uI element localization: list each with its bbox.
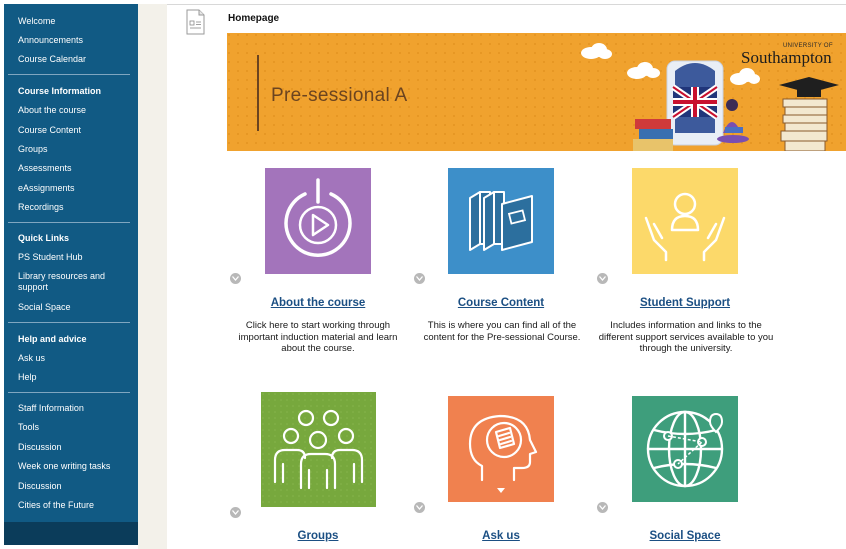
groups-expand-chevron[interactable] — [230, 507, 241, 518]
sidebar-divider — [8, 392, 130, 393]
sidebar-resize-strip — [138, 4, 167, 549]
about-course-expand-chevron[interactable] — [230, 273, 241, 284]
sidebar-item-social-space[interactable]: Social Space — [18, 302, 136, 313]
sidebar-item-assessments[interactable]: Assessments — [18, 163, 136, 174]
page-title: Homepage — [228, 13, 280, 24]
people-group-icon — [273, 409, 364, 490]
sidebar-item-course-calendar[interactable]: Course Calendar — [18, 54, 136, 65]
student-support-description: Includes information and links to the di… — [598, 320, 774, 354]
course-banner: Pre-sessional A UNIVERSITY OF Southampto… — [227, 33, 846, 151]
about-course-description: Click here to start working through impo… — [238, 320, 398, 354]
sidebar-item-course-content[interactable]: Course Content — [18, 125, 136, 136]
sidebar-item-ps-student-hub[interactable]: PS Student Hub — [18, 252, 136, 263]
sidebar-divider — [8, 222, 130, 223]
sidebar-item-discussion[interactable]: Discussion — [18, 481, 136, 492]
ask-us-link[interactable]: Ask us — [421, 530, 581, 542]
power-play-icon — [284, 178, 352, 257]
student-support-tile[interactable] — [632, 168, 738, 274]
ask-us-tile[interactable] — [448, 396, 554, 502]
sidebar-item-week-one-writing-tasks[interactable]: Week one writing tasks — [18, 461, 136, 472]
document-icon — [186, 9, 205, 35]
hands-person-icon — [644, 192, 726, 262]
sidebar-item-library-resources[interactable]: Library resources and support — [18, 271, 118, 293]
groups-link[interactable]: Groups — [238, 530, 398, 542]
student-support-link[interactable]: Student Support — [605, 297, 765, 309]
sidebar-item-help[interactable]: Help — [18, 372, 136, 383]
groups-tile[interactable] — [261, 392, 376, 507]
sidebar-item-ask-us[interactable]: Ask us — [18, 353, 136, 364]
sidebar-item-groups[interactable]: Groups — [18, 144, 136, 155]
sidebar-divider — [8, 74, 130, 75]
sidebar-heading-course-information[interactable]: Course Information — [18, 86, 136, 97]
sidebar-item-eassignments[interactable]: eAssignments — [18, 183, 136, 194]
course-content-tile[interactable] — [448, 168, 554, 274]
sidebar-item-about-the-course[interactable]: About the course — [18, 105, 136, 116]
about-course-tile[interactable] — [265, 168, 371, 274]
course-content-link[interactable]: Course Content — [421, 297, 581, 309]
sidebar-divider — [8, 322, 130, 323]
sidebar-item-recordings[interactable]: Recordings — [18, 202, 136, 213]
globe-icon — [646, 410, 724, 488]
course-menu-sidebar: Welcome Announcements Course Calendar Co… — [4, 4, 138, 545]
sidebar-item-cities-of-the-future[interactable]: Cities of the Future — [18, 500, 136, 511]
about-course-link[interactable]: About the course — [238, 297, 398, 309]
sidebar-heading-help-and-advice[interactable]: Help and advice — [18, 334, 136, 345]
sidebar-item-tools[interactable]: Tools — [18, 422, 136, 433]
ask-us-expand-chevron[interactable] — [414, 502, 425, 513]
books-icon — [469, 191, 533, 251]
student-support-expand-chevron[interactable] — [597, 273, 608, 284]
sidebar-footer — [4, 522, 138, 545]
social-space-tile[interactable] — [632, 396, 738, 502]
sidebar-heading-quick-links[interactable]: Quick Links — [18, 233, 136, 244]
social-space-link[interactable]: Social Space — [605, 530, 765, 542]
social-space-expand-chevron[interactable] — [597, 502, 608, 513]
course-content-description: This is where you can find all of the co… — [423, 320, 581, 343]
head-question-icon — [468, 414, 538, 493]
content-top-border — [167, 4, 846, 5]
sidebar-item-welcome[interactable]: Welcome — [18, 16, 136, 27]
sidebar-item-staff-information[interactable]: Staff Information — [18, 403, 136, 414]
course-content-expand-chevron[interactable] — [414, 273, 425, 284]
sidebar-item-discussion[interactable]: Discussion — [18, 442, 136, 453]
sidebar-item-announcements[interactable]: Announcements — [18, 35, 136, 46]
university-logo: Southampton — [741, 48, 832, 67]
